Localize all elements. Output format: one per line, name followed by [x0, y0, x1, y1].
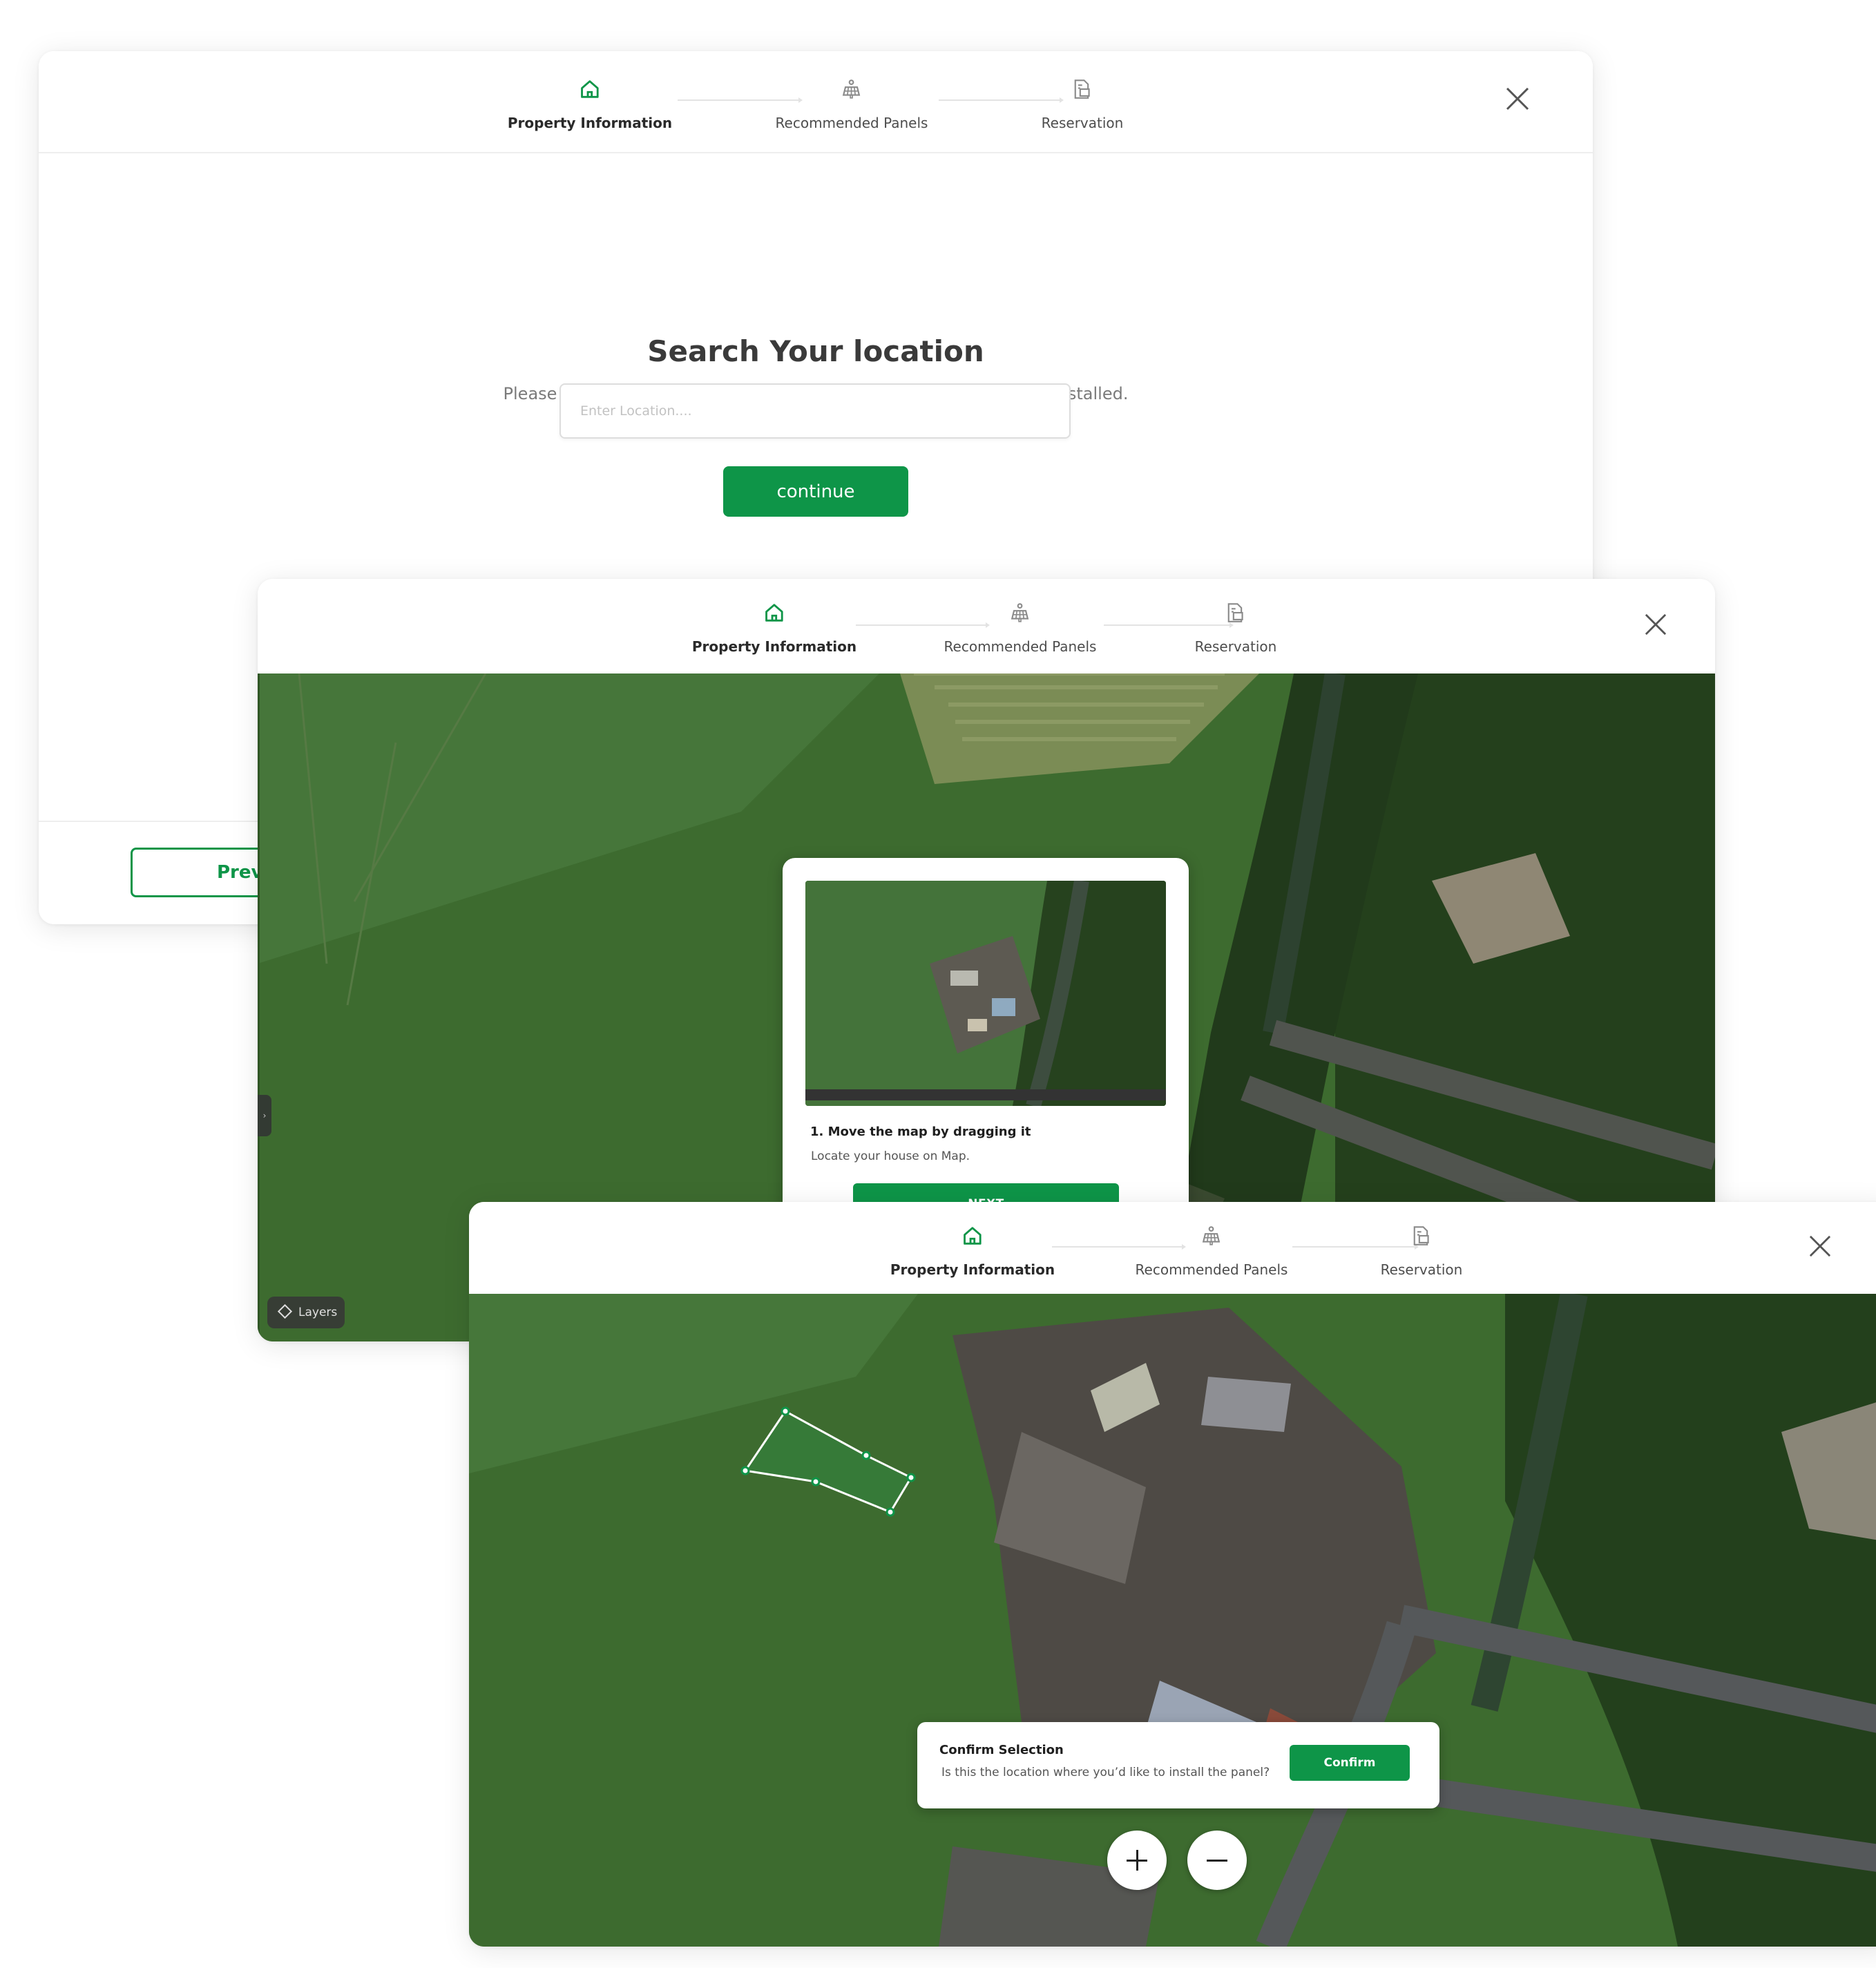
roof-selection-polygon[interactable]: [469, 1294, 1876, 1947]
home-icon: [765, 604, 783, 622]
layers-button[interactable]: Layers: [267, 1297, 345, 1328]
solar-panel-icon: [1203, 1226, 1221, 1245]
satellite-map[interactable]: Confirm Selection Is this the location w…: [469, 1294, 1876, 1947]
close-icon[interactable]: [1645, 613, 1667, 636]
stepper-header: Property Information Recommended Panels …: [39, 51, 1593, 153]
reservation-document-icon: [1228, 603, 1243, 622]
step-label: Property Information: [890, 1261, 1055, 1278]
step-label: Recommended Panels: [944, 638, 1097, 655]
step-label: Property Information: [691, 638, 857, 655]
confirm-selection-window: Property Information Recommended Panels …: [469, 1202, 1876, 1947]
step-label: Property Information: [507, 115, 673, 131]
close-icon[interactable]: [1506, 87, 1529, 111]
step-label: Recommended Panels: [1135, 1261, 1288, 1278]
step-reservation[interactable]: Reservation: [1194, 601, 1277, 655]
confirm-selection-card: Confirm Selection Is this the location w…: [917, 1722, 1439, 1808]
step-reservation[interactable]: Reservation: [1041, 77, 1124, 131]
zoom-out-button[interactable]: [1187, 1831, 1247, 1890]
location-search-input[interactable]: [559, 383, 1071, 439]
page-title: Search Your location: [647, 334, 984, 368]
step-property-information[interactable]: Property Information: [692, 601, 856, 655]
solar-panel-icon: [1011, 603, 1029, 622]
step-label: Recommended Panels: [775, 115, 928, 131]
home-icon: [964, 1227, 982, 1245]
continue-button[interactable]: continue: [723, 466, 908, 517]
step-recommended-panels[interactable]: Recommended Panels: [776, 77, 928, 131]
side-panel-toggle[interactable]: ›: [258, 1095, 271, 1136]
step-label: Reservation: [1194, 638, 1277, 655]
tour-step-description: Locate your house on Map.: [811, 1149, 970, 1163]
step-property-information[interactable]: Property Information: [508, 77, 672, 131]
home-icon: [581, 80, 599, 98]
aerial-preview-image: [805, 881, 1166, 1106]
tour-popup: 1. Move the map by dragging it Locate yo…: [783, 858, 1189, 1250]
confirm-title: Confirm Selection: [939, 1743, 1064, 1757]
step-reservation[interactable]: Reservation: [1380, 1224, 1463, 1278]
minus-icon: [1207, 1859, 1227, 1862]
reservation-document-icon: [1414, 1226, 1429, 1245]
confirm-button[interactable]: Confirm: [1290, 1745, 1410, 1781]
step-property-information[interactable]: Property Information: [890, 1224, 1055, 1278]
solar-panel-icon: [843, 79, 861, 99]
step-label: Reservation: [1041, 115, 1124, 131]
stepper-header: Property Information Recommended Panels …: [469, 1202, 1876, 1294]
close-icon[interactable]: [1809, 1235, 1831, 1257]
stepper-header: Property Information Recommended Panels …: [258, 579, 1715, 673]
zoom-in-button[interactable]: [1107, 1831, 1167, 1890]
step-label: Reservation: [1380, 1261, 1463, 1278]
step-recommended-panels[interactable]: Recommended Panels: [944, 601, 1097, 655]
tour-preview-image: [805, 881, 1166, 1106]
layers-icon: [277, 1303, 293, 1319]
reservation-document-icon: [1075, 79, 1090, 99]
step-recommended-panels[interactable]: Recommended Panels: [1136, 1224, 1288, 1278]
layers-label: Layers: [298, 1306, 338, 1319]
tour-step-title: 1. Move the map by dragging it: [810, 1125, 1031, 1139]
confirm-description: Is this the location where you’d like to…: [941, 1766, 1270, 1779]
plus-icon-vertical: [1136, 1850, 1138, 1871]
